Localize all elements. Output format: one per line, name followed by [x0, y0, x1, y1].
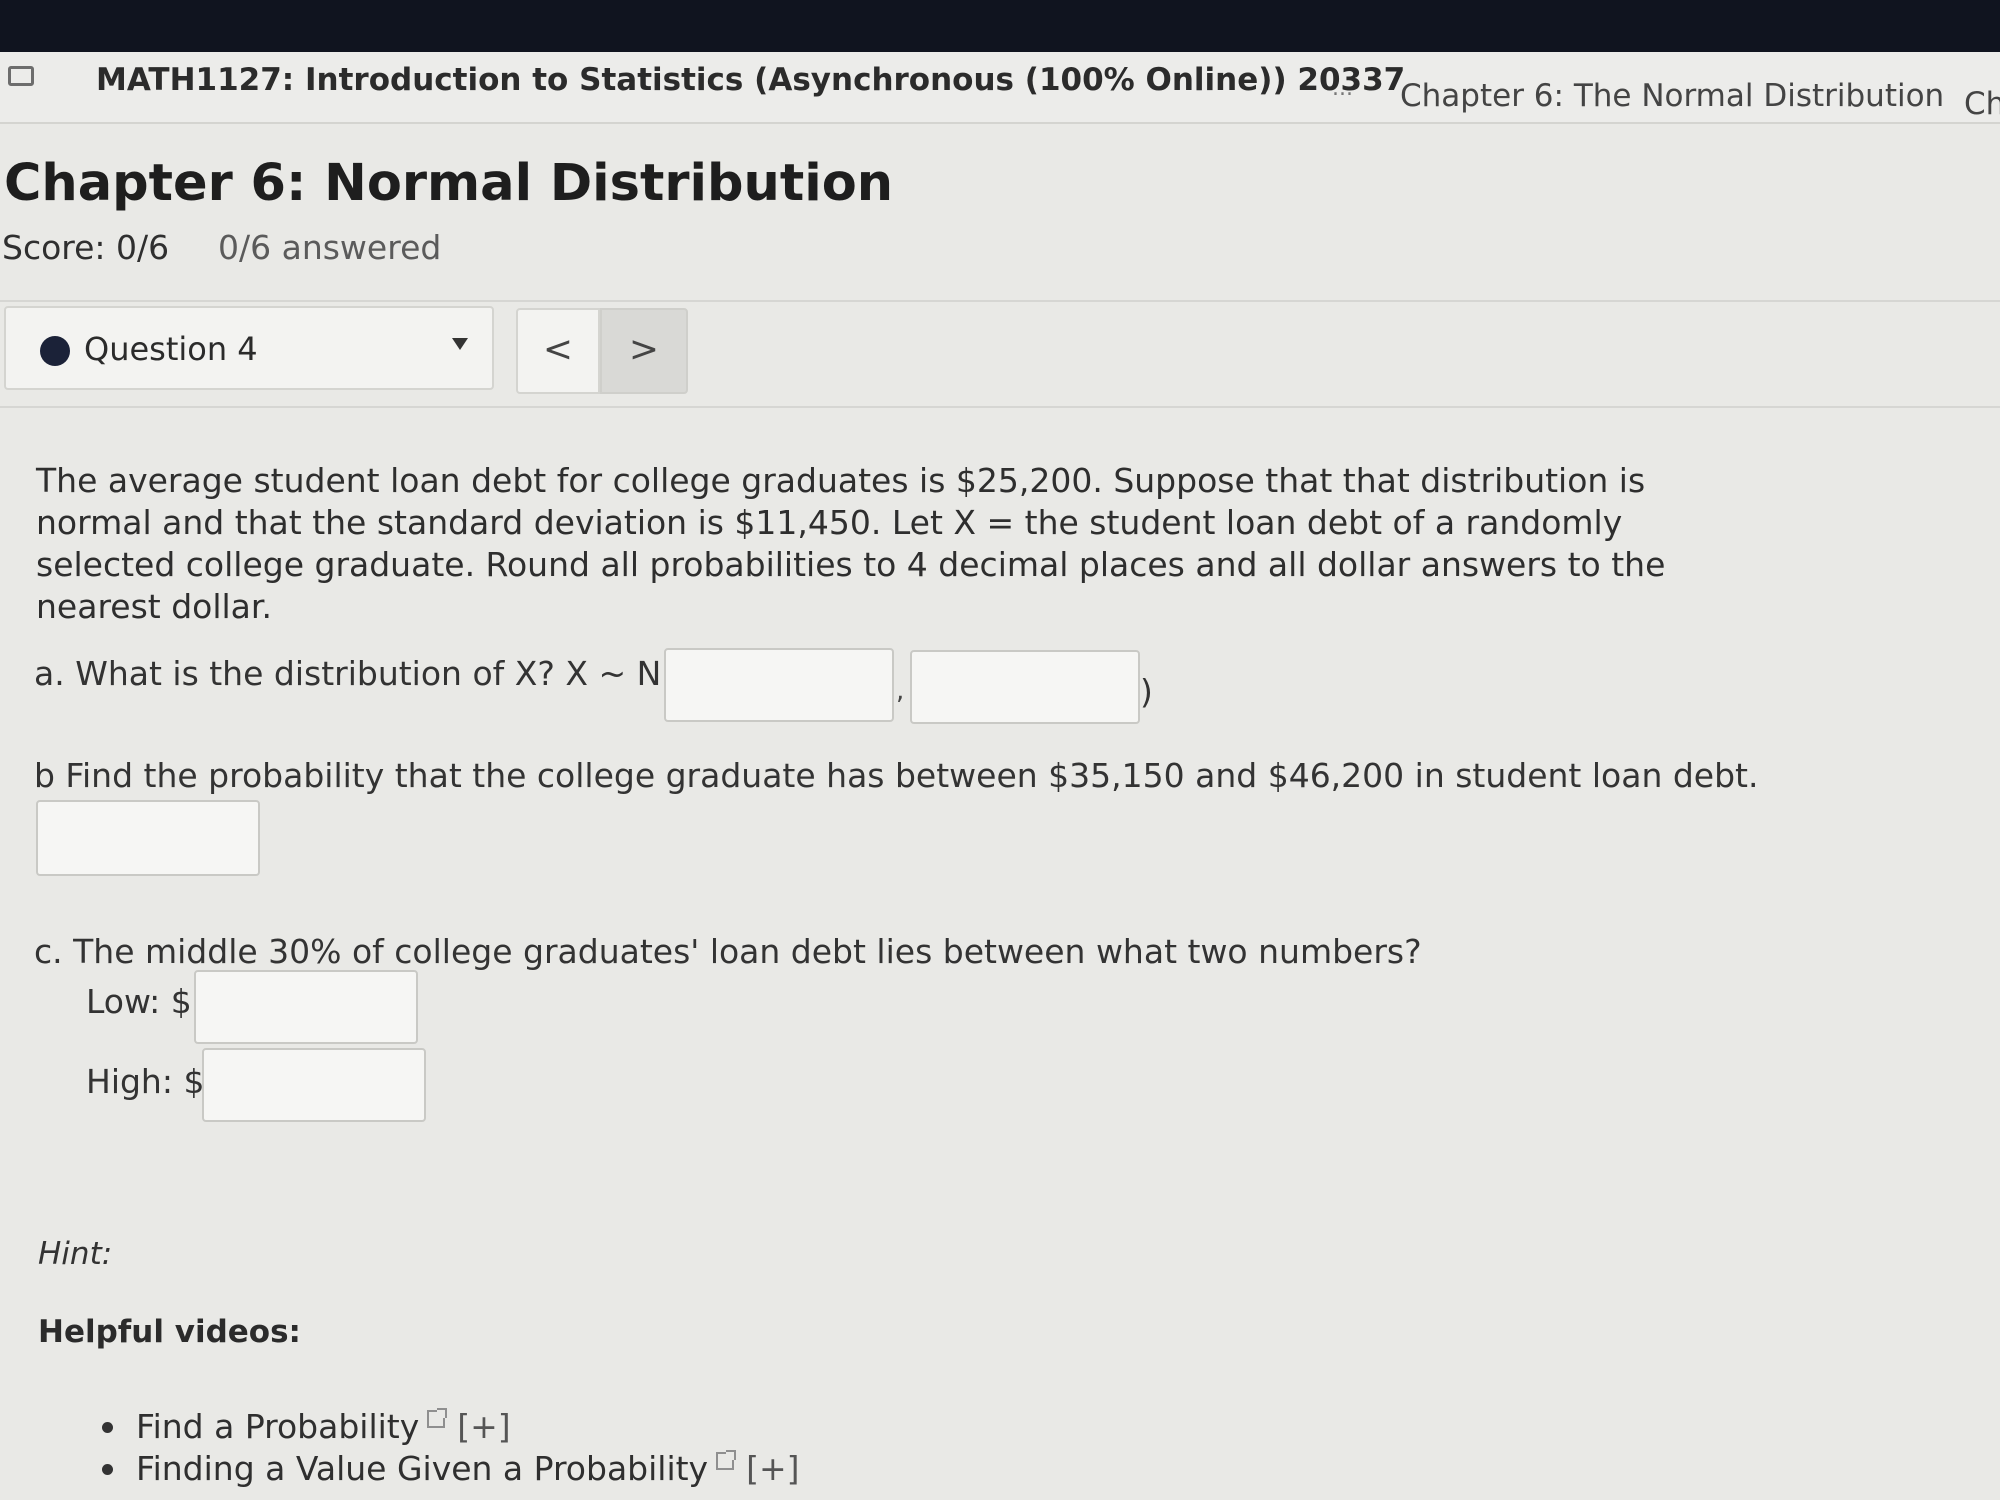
expand-video-toggle[interactable]: [+]: [457, 1407, 510, 1446]
breadcrumb-ellipsis[interactable]: ...: [1332, 76, 1353, 101]
next-question-button[interactable]: >: [600, 308, 688, 394]
list-item: Finding a Value Given a Probability [+]: [96, 1448, 800, 1490]
question-select[interactable]: Question 4: [4, 306, 494, 390]
hint-label: Hint:: [38, 1236, 113, 1272]
question-status-dot-icon: [40, 336, 70, 366]
score-text: Score: 0/6: [2, 228, 170, 267]
probability-input[interactable]: [36, 800, 260, 876]
part-a-prompt: a. What is the distribution of X? X ~ N(: [34, 654, 675, 693]
previous-question-button[interactable]: <: [516, 308, 600, 394]
question-select-label: Question 4: [84, 330, 258, 368]
external-link-icon[interactable]: [427, 1408, 448, 1428]
video-list: Find a Probability [+] Finding a Value Gi…: [96, 1406, 800, 1490]
breadcrumb-chapter-link[interactable]: Chapter 6: The Normal Distribution: [1400, 78, 1944, 114]
course-title-link[interactable]: MATH1127: Introduction to Statistics (As…: [96, 62, 1405, 98]
window-top-bar: [0, 0, 2000, 52]
divider: [0, 300, 2000, 302]
part-b-prompt: b Find the probability that the college …: [34, 756, 1759, 795]
external-link-icon[interactable]: [716, 1450, 737, 1470]
mean-input[interactable]: [664, 648, 894, 722]
video-link[interactable]: Finding a Value Given a Probability: [136, 1449, 708, 1488]
problem-statement: The average student loan debt for colleg…: [36, 461, 1666, 626]
part-a-comma: ,: [896, 676, 905, 706]
divider: [0, 406, 2000, 408]
page-title: Chapter 6: Normal Distribution: [4, 154, 894, 213]
part-a-close-paren: ): [1140, 672, 1153, 711]
caret-down-icon: [452, 338, 468, 350]
expand-video-toggle[interactable]: [+]: [746, 1449, 799, 1488]
bullet-icon: [102, 1464, 113, 1475]
high-input[interactable]: [202, 1048, 426, 1122]
low-input[interactable]: [194, 970, 418, 1044]
helpful-videos-heading: Helpful videos:: [38, 1314, 301, 1350]
bullet-icon: [102, 1422, 113, 1433]
video-link[interactable]: Find a Probability: [136, 1407, 419, 1446]
low-label: Low: $: [86, 982, 192, 1021]
list-item: Find a Probability [+]: [96, 1406, 800, 1448]
breadcrumb-next-link[interactable]: Ch: [1964, 86, 2000, 122]
part-c-prompt: c. The middle 30% of college graduates' …: [34, 932, 1422, 971]
standard-deviation-input[interactable]: [910, 650, 1140, 724]
course-menu-icon[interactable]: [8, 66, 34, 86]
answered-count: 0/6 answered: [218, 228, 442, 267]
breadcrumb: MATH1127: Introduction to Statistics (As…: [0, 52, 2000, 124]
high-label: High: $: [86, 1062, 205, 1101]
